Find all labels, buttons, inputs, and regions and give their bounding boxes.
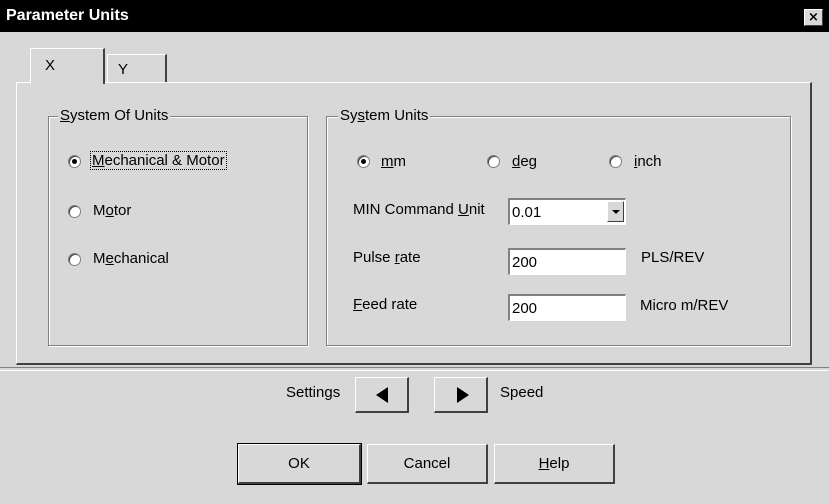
inch-radio[interactable] [609, 155, 622, 168]
cancel-button[interactable]: Cancel [367, 444, 488, 484]
system-units-legend: System Units [338, 107, 431, 124]
deg-label[interactable]: deg [512, 153, 537, 170]
chevron-down-icon[interactable] [607, 201, 624, 222]
window-title: Parameter Units [6, 7, 129, 24]
tab-y-label: Y [118, 61, 129, 78]
close-button[interactable]: × [804, 9, 823, 26]
pulse-rate-input[interactable]: 200 [508, 248, 626, 275]
mm-radio[interactable] [357, 155, 370, 168]
mechanical-radio[interactable] [68, 253, 81, 266]
motor-label[interactable]: Motor [93, 202, 131, 219]
feed-rate-label: Feed rate [353, 296, 418, 313]
ok-button[interactable]: OK [237, 443, 362, 485]
pulse-rate-unit: PLS/REV [641, 249, 705, 266]
pulse-rate-label: Pulse rate [353, 249, 421, 266]
mm-label[interactable]: mm [381, 153, 406, 170]
separator [0, 367, 829, 371]
system-of-units-legend: System Of Units [58, 107, 171, 124]
tab-y[interactable]: Y [107, 54, 167, 83]
mechanical-label[interactable]: Mechanical [93, 250, 169, 267]
settings-label: Settings [286, 384, 341, 401]
deg-radio[interactable] [487, 155, 500, 168]
tab-x[interactable]: X [30, 48, 105, 84]
mechanical-motor-radio[interactable] [68, 155, 81, 168]
motor-radio[interactable] [68, 205, 81, 218]
tab-x-label: X [45, 57, 56, 74]
help-button[interactable]: Help [494, 444, 615, 484]
inch-label[interactable]: inch [634, 153, 662, 170]
next-button[interactable] [434, 377, 488, 413]
feed-rate-input[interactable]: 200 [508, 294, 626, 321]
speed-label: Speed [500, 384, 544, 401]
prev-button[interactable] [355, 377, 409, 413]
min-command-unit-label: MIN Command Unit [353, 201, 485, 218]
mechanical-motor-label[interactable]: Mechanical & Motor [90, 151, 227, 170]
feed-rate-unit: Micro m/REV [640, 297, 729, 314]
close-icon: × [808, 10, 819, 25]
